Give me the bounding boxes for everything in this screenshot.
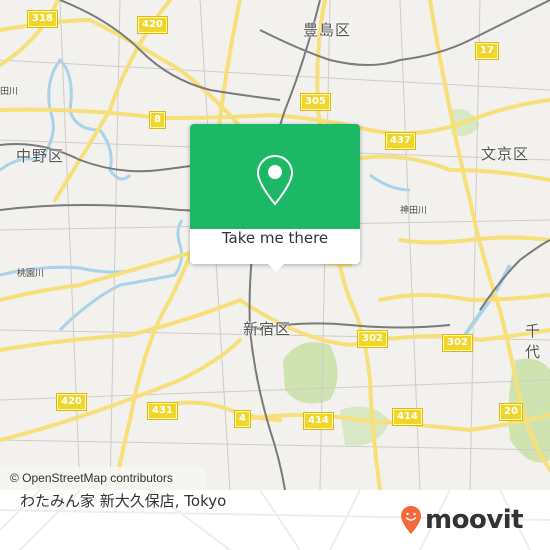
map[interactable]: 豊島区 中野区 文京区 新宿区 千代 田川 桃園川 神田川 318 420 8 … bbox=[0, 0, 550, 490]
route-shield: 20 bbox=[499, 403, 523, 421]
location-popup[interactable]: Take me there bbox=[190, 124, 360, 272]
moovit-logo-text: moovit bbox=[425, 505, 524, 535]
route-shield: 414 bbox=[392, 408, 423, 426]
moovit-pin-icon bbox=[401, 506, 421, 534]
popup-header[interactable] bbox=[190, 124, 360, 229]
river-label: 桃園川 bbox=[17, 269, 45, 279]
popup-pointer bbox=[268, 264, 284, 272]
ward-label-nakano: 中野区 bbox=[16, 147, 65, 165]
route-shield: 431 bbox=[147, 402, 178, 420]
map-attribution[interactable]: © OpenStreetMap contributors bbox=[0, 467, 205, 490]
route-shield: 302 bbox=[357, 330, 388, 348]
park-meiji bbox=[340, 406, 390, 446]
river-north bbox=[369, 173, 411, 192]
route-shield: 8 bbox=[149, 111, 166, 129]
footer-bar: わたみん家 新大久保店, Tokyo moovit bbox=[0, 490, 550, 550]
route-shield: 414 bbox=[303, 412, 334, 430]
route-shield: 4 bbox=[234, 410, 251, 428]
route-shield: 420 bbox=[137, 16, 168, 34]
river-label: 田川 bbox=[0, 87, 19, 97]
ward-label-toshima: 豊島区 bbox=[303, 21, 352, 39]
park-shinjuku-gyoen bbox=[283, 342, 338, 404]
take-me-there-button[interactable]: Take me there bbox=[190, 229, 360, 264]
route-shield: 420 bbox=[56, 393, 87, 411]
ward-label-bunkyo: 文京区 bbox=[481, 145, 530, 163]
route-shield: 305 bbox=[300, 93, 331, 111]
moovit-logo[interactable]: moovit bbox=[400, 502, 524, 538]
route-shield: 17 bbox=[475, 42, 499, 60]
map-pin-icon bbox=[256, 154, 294, 206]
route-shield: 302 bbox=[442, 334, 473, 352]
ward-label-shinjuku: 新宿区 bbox=[243, 320, 292, 338]
route-shield: 437 bbox=[385, 132, 416, 150]
river-label: 神田川 bbox=[400, 206, 428, 216]
ward-label-chiyoda: 千代 bbox=[525, 322, 542, 361]
place-name: わたみん家 新大久保店, Tokyo bbox=[20, 492, 227, 510]
route-shield: 318 bbox=[27, 10, 58, 28]
